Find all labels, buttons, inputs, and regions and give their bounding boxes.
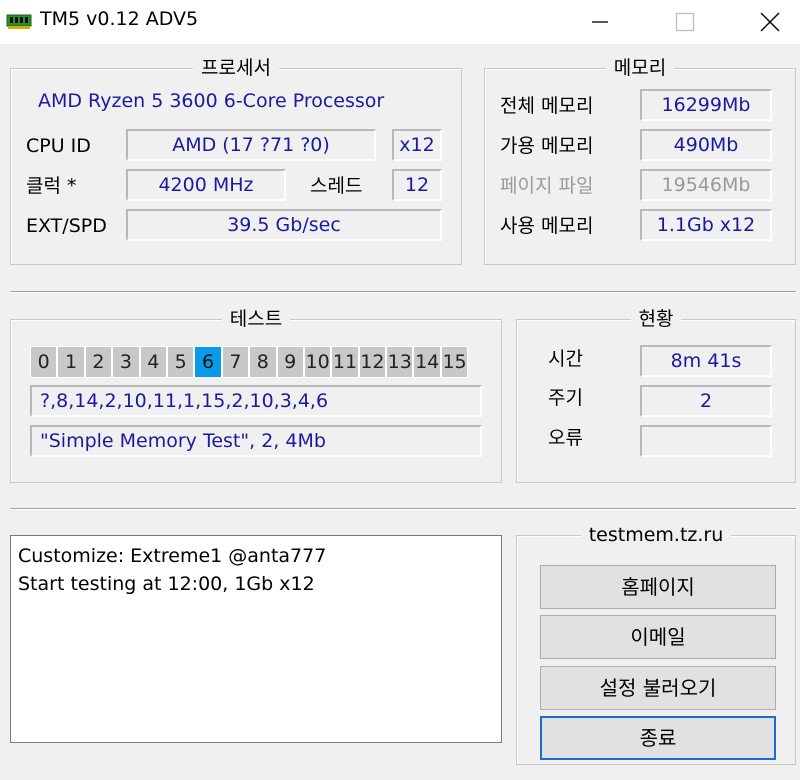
test-number-cell: 3	[112, 346, 140, 378]
maximize-button[interactable]	[655, 0, 715, 44]
log-line: Customize: Extreme1 @anta777	[18, 545, 327, 567]
ext-spd-label: EXT/SPD	[26, 215, 107, 237]
title-bar: TM5 v0.12 ADV5	[0, 0, 800, 44]
log-textarea[interactable]: Customize: Extreme1 @anta777 Start testi…	[10, 535, 502, 743]
current-test-field: "Simple Memory Test", 2, 4Mb	[30, 425, 482, 457]
maximize-icon	[675, 12, 695, 32]
email-button[interactable]: 이메일	[540, 615, 776, 659]
cpu-name: AMD Ryzen 5 3600 6-Core Processor	[38, 90, 385, 112]
error-label: 오류	[548, 427, 583, 449]
total-memory-field: 16299Mb	[640, 89, 772, 121]
core-count-field: x12	[392, 129, 442, 161]
test-number-cell: 7	[221, 346, 250, 378]
error-field	[640, 425, 772, 457]
load-settings-button[interactable]: 설정 불러오기	[540, 666, 776, 710]
clock-label: 클럭 *	[26, 175, 77, 197]
page-file-field: 19546Mb	[640, 169, 772, 201]
threads-field: 12	[392, 169, 442, 201]
cycle-label: 주기	[548, 387, 583, 409]
window-title: TM5 v0.12 ADV5	[40, 8, 199, 30]
test-number-cell: 1	[57, 346, 85, 378]
test-number-strip: 0 1 2 3 4 5 6 7 8 9 10 11 12 13 14 15	[30, 346, 469, 378]
test-number-cell: 14	[413, 346, 441, 378]
divider-bottom	[10, 508, 796, 510]
log-line: Start testing at 12:00, 1Gb x12	[18, 573, 315, 595]
test-number-cell: 2	[84, 346, 113, 378]
time-label: 시간	[548, 348, 583, 370]
exit-button[interactable]: 종료	[540, 716, 776, 760]
test-number-cell: 13	[386, 346, 414, 378]
ext-spd-field: 39.5 Gb/sec	[126, 209, 442, 241]
cycle-field: 2	[640, 385, 772, 417]
status-group-title: 현황	[630, 308, 682, 330]
close-button[interactable]	[740, 0, 800, 44]
clock-field: 4200 MHz	[126, 169, 286, 201]
test-number-cell: 11	[331, 346, 359, 378]
homepage-button[interactable]: 홈페이지	[540, 565, 776, 609]
test-number-cell: 10	[303, 346, 332, 378]
available-memory-label: 가용 메모리	[500, 135, 594, 157]
divider-top	[10, 291, 796, 293]
test-number-cell: 6	[194, 346, 222, 378]
available-memory-field: 490Mb	[640, 129, 772, 161]
test-number-cell: 8	[249, 346, 277, 378]
test-group-title: 테스트	[221, 308, 291, 330]
total-memory-label: 전체 메모리	[500, 95, 594, 117]
used-memory-label: 사용 메모리	[500, 215, 594, 237]
processor-group-title: 프로세서	[193, 57, 279, 79]
test-number-cell: 9	[276, 346, 304, 378]
test-sequence-field: ?,8,14,2,10,11,1,15,2,10,3,4,6	[30, 385, 482, 417]
minimize-icon	[592, 21, 608, 23]
time-field: 8m 41s	[640, 345, 772, 377]
test-number-cell: 5	[166, 346, 195, 378]
threads-label: 스레드	[310, 175, 363, 197]
test-number-cell: 4	[139, 346, 167, 378]
used-memory-field: 1.1Gb x12	[640, 209, 772, 241]
test-number-cell: 0	[30, 346, 58, 378]
test-number-cell: 15	[440, 346, 469, 378]
page-file-label: 페이지 파일	[500, 175, 594, 197]
cpu-id-field: AMD (17 ?71 ?0)	[126, 129, 376, 161]
test-number-cell: 12	[358, 346, 387, 378]
close-icon	[760, 12, 780, 32]
memory-group-title: 메모리	[605, 57, 675, 79]
links-group-title: testmem.tz.ru	[580, 524, 732, 546]
cpu-id-label: CPU ID	[26, 135, 91, 157]
minimize-button[interactable]	[570, 0, 630, 44]
memory-chip-icon	[6, 14, 32, 29]
